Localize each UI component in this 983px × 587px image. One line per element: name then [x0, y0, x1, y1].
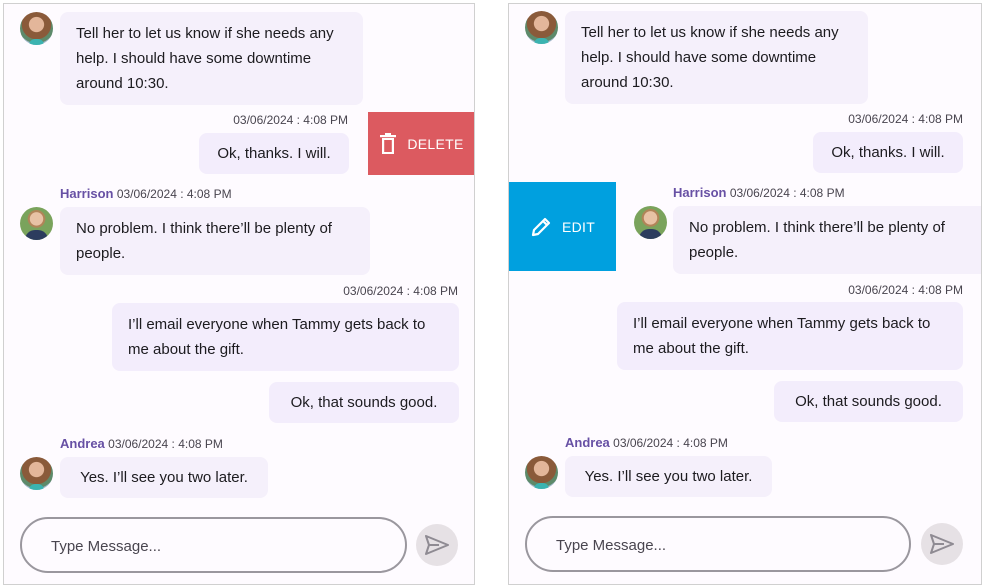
message-bubble-swiped[interactable]: No problem. I think there’ll be plenty o… [673, 206, 981, 274]
delete-swipe-button[interactable]: DELETE [368, 112, 474, 175]
send-button[interactable] [921, 523, 963, 565]
message-input[interactable] [554, 518, 888, 572]
message-bubble[interactable]: Yes. I’ll see you two later. [565, 456, 772, 497]
avatar-andrea [20, 457, 53, 490]
send-icon [425, 535, 449, 555]
author-name: Harrison [60, 186, 114, 201]
message-timestamp: 03/06/2024 : 4:08 PM [848, 283, 963, 297]
author-name: Harrison [673, 185, 727, 200]
message-timestamp: 03/06/2024 : 4:08 PM [848, 112, 963, 126]
chat-panel-delete-swipe: Tell her to let us know if she needs any… [3, 3, 475, 585]
message-bubble-swiped[interactable]: Ok, thanks. I will. [199, 133, 349, 174]
message-bubble[interactable]: Yes. I’ll see you two later. [60, 457, 268, 498]
message-timestamp: 03/06/2024 : 4:08 PM [108, 437, 223, 451]
message-header: Harrison 03/06/2024 : 4:08 PM [673, 185, 845, 200]
message-timestamp: 03/06/2024 : 4:08 PM [613, 436, 728, 450]
message-timestamp: 03/06/2024 : 4:08 PM [343, 284, 458, 298]
message-bubble[interactable]: Ok, thanks. I will. [813, 132, 963, 173]
edit-swipe-button[interactable]: EDIT [509, 182, 616, 271]
message-timestamp: 03/06/2024 : 4:08 PM [729, 186, 845, 200]
pencil-icon [531, 217, 551, 236]
message-timestamp: 03/06/2024 : 4:08 PM [233, 113, 348, 127]
trash-icon [380, 132, 397, 154]
send-icon [930, 534, 954, 554]
chat-panel-edit-swipe: Tell her to let us know if she needs any… [508, 3, 982, 585]
message-composer[interactable] [525, 516, 911, 572]
message-composer[interactable] [20, 517, 407, 573]
message-bubble[interactable]: No problem. I think there’ll be plenty o… [60, 207, 370, 275]
edit-label: EDIT [561, 218, 596, 235]
send-button[interactable] [416, 524, 458, 566]
message-bubble[interactable]: Tell her to let us know if she needs any… [565, 11, 868, 104]
message-bubble[interactable]: I’ll email everyone when Tammy gets back… [617, 302, 963, 370]
avatar-harrison [20, 207, 53, 240]
message-header: Andrea 03/06/2024 : 4:08 PM [60, 436, 223, 451]
avatar-andrea [525, 456, 558, 489]
avatar-harrison [634, 206, 667, 239]
avatar-andrea [20, 12, 53, 45]
message-header: Harrison 03/06/2024 : 4:08 PM [60, 186, 232, 201]
message-timestamp: 03/06/2024 : 4:08 PM [116, 187, 232, 201]
message-input[interactable] [49, 519, 383, 573]
message-bubble[interactable]: Tell her to let us know if she needs any… [60, 12, 363, 105]
delete-label: DELETE [407, 135, 464, 152]
message-bubble[interactable]: I’ll email everyone when Tammy gets back… [112, 303, 459, 371]
message-header: Andrea 03/06/2024 : 4:08 PM [565, 435, 728, 450]
avatar-andrea [525, 11, 558, 44]
message-bubble[interactable]: Ok, that sounds good. [774, 381, 963, 422]
message-bubble[interactable]: Ok, that sounds good. [269, 382, 459, 423]
author-name: Andrea [565, 435, 610, 450]
author-name: Andrea [60, 436, 105, 451]
